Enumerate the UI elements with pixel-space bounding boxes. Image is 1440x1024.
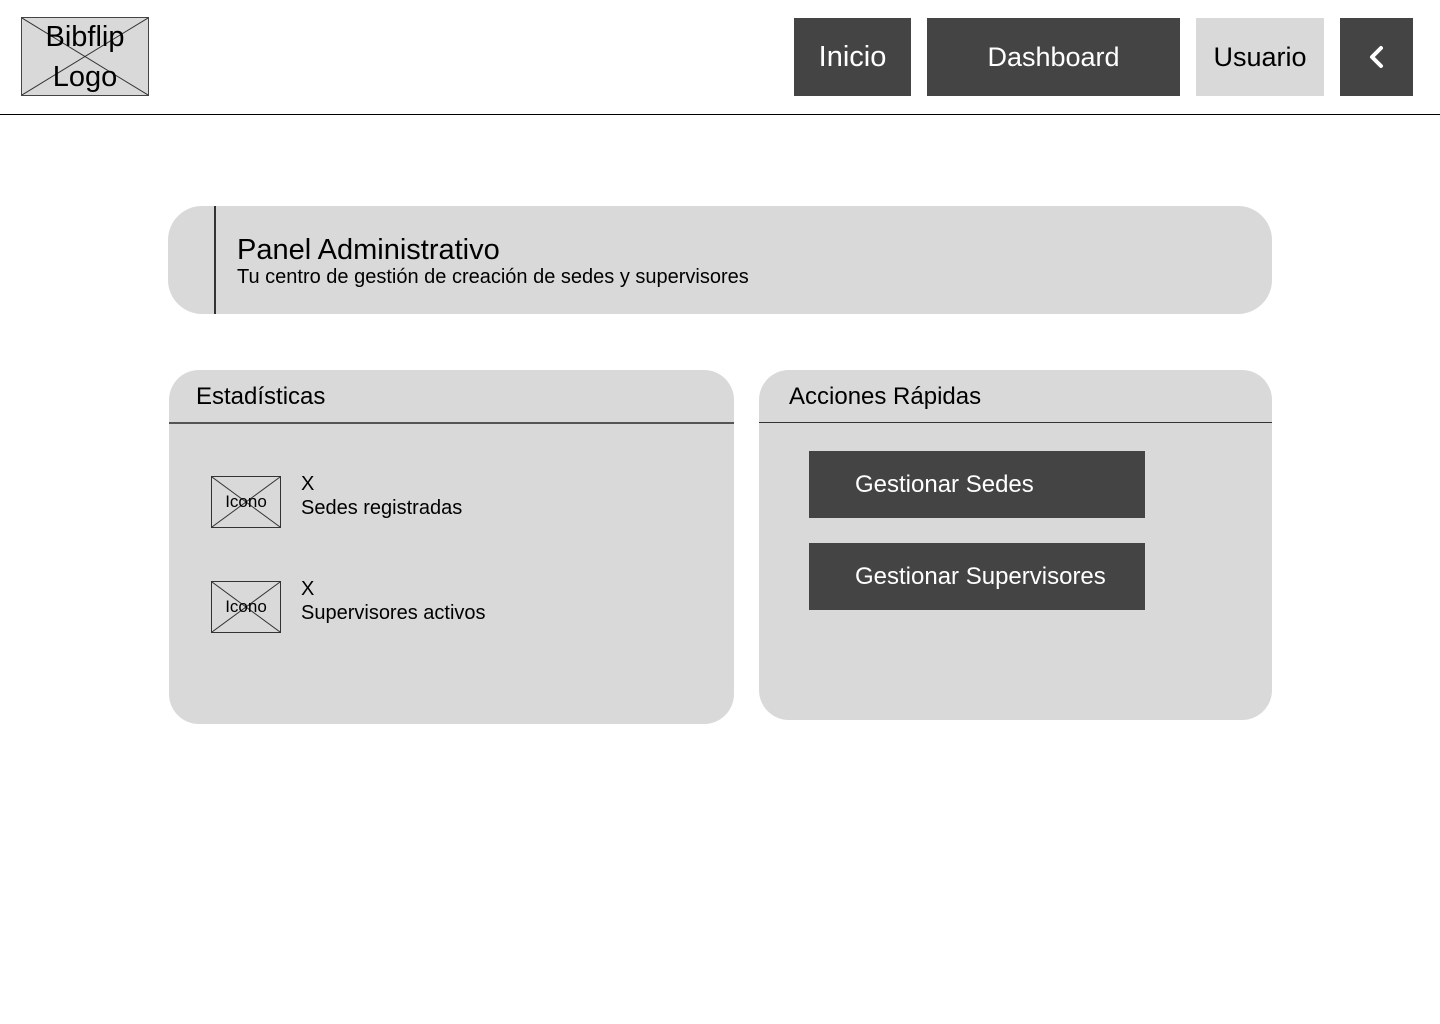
quick-actions-title: Acciones Rápidas [789,383,982,410]
quick-actions-divider [759,422,1272,423]
nav-inicio-button[interactable]: Inicio [794,18,911,96]
logo-placeholder[interactable]: Bibflip Logo [21,17,149,96]
top-bar: Bibflip Logo Inicio Dashboard Usuario [0,0,1440,115]
admin-panel-banner: Panel Administrativo Tu centro de gestió… [168,206,1272,314]
logo-text: Bibflip Logo [45,20,125,93]
sedes-count: X [301,473,315,495]
stats-title: Estadísticas [196,383,326,410]
nav-dashboard-button[interactable]: Dashboard [927,18,1180,96]
quick-actions-card: Acciones Rápidas Gestionar Sedes Gestion… [759,370,1272,720]
banner-accent-bar [214,206,216,314]
supervisores-icon: Icono [211,581,281,633]
icon-placeholder-label: Icono [225,492,267,511]
icon-placeholder-label: Icono [225,597,267,616]
page-subtitle: Tu centro de gestión de creación de sede… [237,266,749,288]
manage-sedes-button[interactable]: Gestionar Sedes [809,451,1145,518]
stats-card: Estadísticas Icono X Sedes registradas I… [169,370,734,724]
chevron-left-icon [1369,46,1383,68]
sedes-icon: Icono [211,476,281,528]
supervisores-label: Supervisores activos [301,602,486,624]
page-title: Panel Administrativo [237,234,500,266]
supervisores-count: X [301,578,315,600]
nav-usuario-button[interactable]: Usuario [1196,18,1324,96]
stats-divider [169,422,734,424]
back-button[interactable] [1340,18,1413,96]
manage-supervisores-button[interactable]: Gestionar Supervisores [809,543,1145,610]
page: Bibflip Logo Inicio Dashboard Usuario Pa… [0,0,1440,1024]
sedes-label: Sedes registradas [301,497,463,519]
